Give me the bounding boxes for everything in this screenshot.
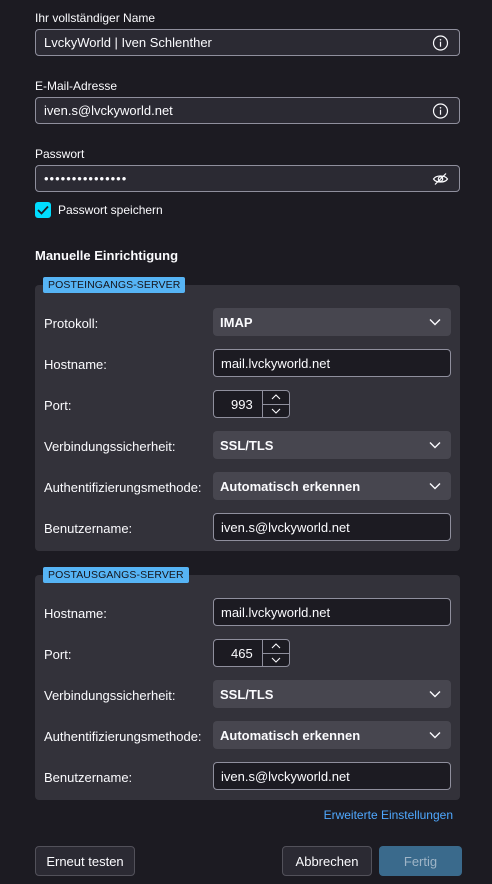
password-value: •••••••••••••••: [44, 171, 128, 186]
done-button[interactable]: Fertig: [379, 846, 462, 876]
incoming-security-value: SSL/TLS: [220, 437, 274, 453]
incoming-auth-select[interactable]: Automatisch erkennen: [213, 472, 451, 500]
incoming-hostname-label: Hostname:: [44, 357, 107, 372]
name-label: Ihr vollständiger Name: [35, 11, 156, 25]
incoming-username-label: Benutzername:: [44, 521, 133, 536]
outgoing-port-input[interactable]: 465: [213, 639, 290, 667]
incoming-security-select[interactable]: SSL/TLS: [213, 431, 451, 459]
outgoing-auth-label: Authentifizierungsmethode:: [44, 729, 202, 744]
chevron-down-icon: [429, 319, 441, 326]
section-title: Manuelle Einrichtigung: [35, 248, 179, 263]
name-value: LvckyWorld | Iven Schlenther: [44, 35, 212, 50]
chevron-down-icon: [429, 691, 441, 698]
remember-password-label: Passwort speichern: [58, 203, 163, 217]
email-value: iven.s@lvckyworld.net: [44, 103, 173, 118]
password-label: Passwort: [35, 147, 85, 161]
outgoing-hostname-input[interactable]: mail.lvckyworld.net: [213, 598, 451, 626]
protocol-select[interactable]: IMAP: [213, 308, 451, 336]
incoming-hostname-input[interactable]: mail.lvckyworld.net: [213, 349, 451, 377]
info-icon[interactable]: [432, 34, 449, 51]
password-field[interactable]: •••••••••••••••: [35, 165, 460, 192]
cancel-button[interactable]: Abbrechen: [282, 846, 372, 876]
chevron-down-icon[interactable]: [263, 654, 289, 667]
outgoing-auth-select[interactable]: Automatisch erkennen: [213, 721, 451, 749]
incoming-port-value: 993: [231, 396, 253, 412]
outgoing-port-label: Port:: [44, 647, 72, 662]
port-spinner[interactable]: [262, 391, 289, 417]
hide-password-icon[interactable]: [432, 170, 449, 187]
outgoing-username-label: Benutzername:: [44, 770, 133, 785]
incoming-username-input[interactable]: iven.s@lvckyworld.net: [213, 513, 451, 541]
remember-password-row[interactable]: Passwort speichern: [35, 202, 163, 218]
outgoing-server-badge: POSTAUSGANGS-SERVER: [43, 567, 189, 583]
info-icon[interactable]: [432, 102, 449, 119]
remember-password-checkbox[interactable]: [35, 202, 51, 218]
outgoing-security-value: SSL/TLS: [220, 686, 274, 702]
outgoing-security-select[interactable]: SSL/TLS: [213, 680, 451, 708]
email-label: E-Mail-Adresse: [35, 79, 118, 93]
chevron-up-icon[interactable]: [263, 640, 289, 654]
incoming-auth-label: Authentifizierungsmethode:: [44, 480, 202, 495]
chevron-up-icon[interactable]: [263, 391, 289, 405]
retest-button[interactable]: Erneut testen: [35, 846, 135, 876]
chevron-down-icon: [429, 442, 441, 449]
outgoing-hostname-label: Hostname:: [44, 606, 107, 621]
incoming-server-group: POSTEINGANGS-SERVER Protokoll: IMAP Host…: [35, 277, 460, 551]
advanced-settings-link[interactable]: Erweiterte Einstellungen: [324, 808, 453, 822]
protocol-value: IMAP: [220, 314, 253, 330]
incoming-port-label: Port:: [44, 398, 72, 413]
chevron-down-icon[interactable]: [263, 405, 289, 418]
incoming-port-input[interactable]: 993: [213, 390, 290, 418]
outgoing-security-label: Verbindungssicherheit:: [44, 688, 176, 703]
incoming-server-badge: POSTEINGANGS-SERVER: [43, 277, 186, 293]
email-field[interactable]: iven.s@lvckyworld.net: [35, 97, 460, 124]
chevron-down-icon: [429, 483, 441, 490]
outgoing-server-group: POSTAUSGANGS-SERVER Hostname: mail.lvcky…: [35, 567, 460, 800]
chevron-down-icon: [429, 732, 441, 739]
protocol-label: Protokoll:: [44, 316, 99, 331]
incoming-auth-value: Automatisch erkennen: [220, 478, 361, 494]
outgoing-auth-value: Automatisch erkennen: [220, 727, 361, 743]
port-spinner[interactable]: [262, 640, 289, 666]
name-field[interactable]: LvckyWorld | Iven Schlenther: [35, 29, 460, 56]
outgoing-username-input[interactable]: iven.s@lvckyworld.net: [213, 762, 451, 790]
outgoing-port-value: 465: [231, 645, 253, 661]
incoming-security-label: Verbindungssicherheit:: [44, 439, 176, 454]
